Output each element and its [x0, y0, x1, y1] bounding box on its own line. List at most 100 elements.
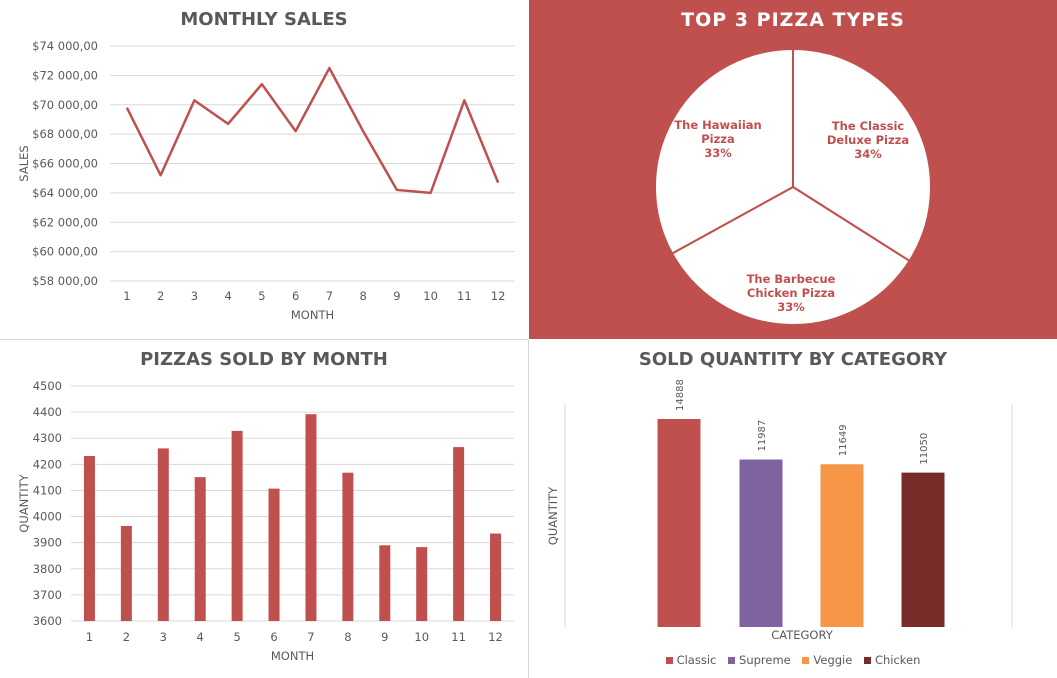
legend-swatch	[665, 657, 673, 664]
y-tick-label: $70 000,00	[32, 98, 98, 112]
sales-line	[125, 66, 500, 195]
y-tick-label: 3700	[33, 588, 62, 602]
bar	[820, 464, 864, 627]
x-axis-label: MONTH	[271, 649, 314, 663]
monthly-sales-chart: $74 000,00 $72 000,00 $70 000,00 $68 000,00…	[17, 39, 515, 322]
legend-swatch	[802, 657, 810, 664]
x-tick-label: 2	[123, 630, 130, 644]
y-tick-label: $64 000,00	[32, 186, 98, 200]
pie-label-line: The Hawaiian	[674, 118, 761, 132]
x-tick-label: 9	[393, 289, 400, 303]
y-tick-label: $66 000,00	[32, 157, 98, 171]
legend-item-supreme: Supreme	[728, 653, 791, 667]
bar	[416, 547, 428, 621]
x-tick-label: 7	[326, 289, 333, 303]
y-tick-label: $72 000,00	[32, 68, 98, 82]
data-label: 11050	[919, 433, 930, 465]
pie-label-line: 33%	[777, 300, 805, 314]
bar	[231, 430, 243, 621]
legend-label: Supreme	[739, 653, 791, 667]
y-tick-label: $58 000,00	[32, 274, 98, 288]
pie-label-line: Pizza	[701, 132, 735, 146]
pie-label-line: Deluxe Pizza	[827, 133, 909, 147]
y-tick-label: $74 000,00	[32, 39, 98, 53]
pie-label-line: The Classic	[832, 119, 905, 133]
bar	[305, 414, 317, 621]
x-tick-label: 1	[123, 289, 130, 303]
y-tick-label: $62 000,00	[32, 215, 98, 229]
pie-label-line: The Barbecue	[747, 272, 836, 286]
bar	[379, 545, 391, 621]
top3-pizza-panel: TOP 3 PIZZA TYPES The Classic Deluxe Pizz…	[529, 0, 1057, 339]
x-tick-label: 3	[160, 630, 167, 644]
bar	[157, 448, 169, 621]
monthly-sales-panel: MONTHLY SALES $74 000,00 $72 000,00 $70 00…	[0, 0, 528, 339]
legend-item-veggie: Veggie	[802, 653, 852, 667]
x-tick-label: 3	[191, 289, 198, 303]
y-tick-label: 4100	[33, 483, 62, 497]
x-tick-label: 4	[224, 289, 231, 303]
legend-label: Chicken	[874, 653, 921, 667]
y-axis-label: QUANTITY	[17, 473, 31, 532]
x-axis-label: CATEGORY	[771, 628, 834, 642]
x-tick-label: 7	[307, 630, 314, 644]
category-legend: Classic Supreme Veggie Chicken	[529, 653, 1057, 667]
bar	[901, 472, 945, 627]
pie-label-line: 33%	[704, 146, 732, 160]
y-tick-label: 3600	[33, 614, 62, 628]
category-chart: 14888 11987 11649 11050 CATEGORY QUANTITY	[546, 379, 1013, 642]
legend-item-chicken: Chicken	[863, 653, 921, 667]
x-tick-label: 8	[359, 289, 366, 303]
x-tick-label: 9	[381, 630, 388, 644]
x-tick-label: 1	[86, 630, 93, 644]
vertical-divider	[528, 339, 529, 678]
x-tick-label: 5	[233, 630, 240, 644]
data-label: 11987	[757, 420, 768, 452]
bar	[83, 455, 95, 621]
x-tick-label: 10	[423, 289, 438, 303]
y-tick-label: 3900	[33, 536, 62, 550]
x-tick-label: 4	[197, 630, 204, 644]
bar	[490, 533, 502, 621]
y-tick-label: $68 000,00	[32, 127, 98, 141]
x-axis-label: MONTH	[291, 308, 334, 322]
y-tick-label: $60 000,00	[32, 245, 98, 259]
bar	[739, 459, 783, 627]
x-tick-label: 2	[157, 289, 164, 303]
pie-label-line: 34%	[854, 147, 882, 161]
pizzas-by-month-panel: PIZZAS SOLD BY MONTH 3600 3700 3800 3900 400…	[0, 340, 528, 678]
x-tick-label: 6	[270, 630, 277, 644]
top3-pizza-chart: The Classic Deluxe Pizza 34% The Barbecue Ch…	[654, 47, 932, 326]
bar	[453, 447, 465, 621]
y-axis-label: SALES	[17, 145, 31, 181]
x-tick-label: 12	[488, 630, 503, 644]
bar	[120, 525, 132, 621]
data-label: 14888	[675, 379, 686, 411]
x-tick-label: 11	[457, 289, 472, 303]
category-panel: SOLD QUANTITY BY CATEGORY 14888 11987 1164…	[529, 340, 1057, 678]
y-tick-label: 3800	[33, 562, 62, 576]
legend-swatch	[863, 657, 871, 664]
legend-label: Veggie	[813, 653, 853, 667]
bar	[342, 472, 354, 621]
bar	[657, 419, 701, 627]
y-tick-label: 4200	[33, 457, 62, 471]
y-tick-label: 4000	[33, 510, 62, 524]
legend-label: Classic	[676, 653, 717, 667]
pie-label-line: Chicken Pizza	[747, 286, 835, 300]
bar	[268, 488, 280, 621]
bar	[194, 477, 206, 621]
x-tick-label: 12	[491, 289, 506, 303]
legend-item-classic: Classic	[665, 653, 717, 667]
horizontal-divider	[0, 339, 528, 340]
x-tick-label: 6	[292, 289, 299, 303]
pizzas-by-month-chart: 3600 3700 3800 3900 4000 4100 4200 4300 4400 4500…	[17, 379, 514, 663]
x-tick-label: 10	[414, 630, 429, 644]
y-tick-label: 4500	[33, 379, 62, 393]
legend-swatch	[728, 657, 736, 664]
x-tick-label: 5	[258, 289, 265, 303]
y-tick-label: 4400	[33, 405, 62, 419]
y-tick-label: 4300	[33, 431, 62, 445]
data-label: 11649	[838, 424, 849, 456]
y-axis-label: QUANTITY	[546, 486, 560, 545]
